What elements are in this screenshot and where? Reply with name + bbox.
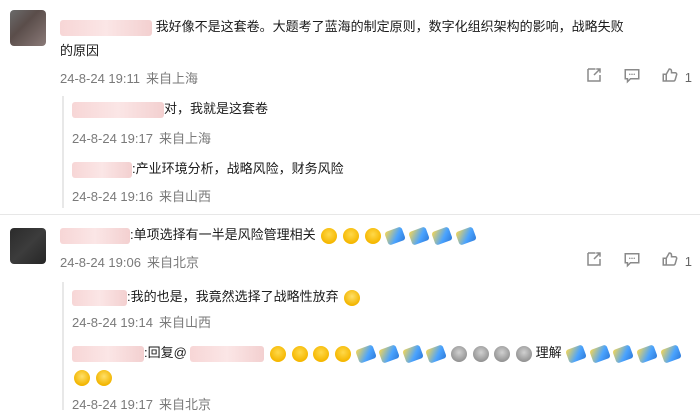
- crying-emoji-icon: [321, 227, 338, 244]
- comment-button[interactable]: [623, 250, 641, 273]
- comment-meta: 24-8-24 19:06 来自北京: [60, 252, 199, 271]
- avatar[interactable]: [10, 228, 46, 264]
- crying-emoji-icon: [342, 227, 359, 244]
- reply-text: :产业环境分析，战略风险，财务风险: [72, 158, 344, 180]
- rocket-emoji-icon: [401, 343, 424, 364]
- reply-text: :回复@ 理解: [72, 342, 682, 364]
- reply-meta: 24-8-24 19:16 来自山西: [72, 186, 211, 205]
- username-blur[interactable]: [60, 19, 152, 36]
- username-blur[interactable]: [72, 345, 144, 362]
- reply-meta: 24-8-24 19:17 来自上海: [72, 128, 211, 147]
- location: 来自上海: [146, 71, 199, 86]
- thumbs-up-icon: [661, 250, 679, 273]
- rocket-emoji-icon: [659, 343, 682, 364]
- skull-emoji-icon: [494, 345, 511, 362]
- rocket-emoji-icon: [425, 343, 448, 364]
- timestamp: 24-8-24 19:11: [60, 71, 140, 86]
- rocket-emoji-icon: [378, 343, 401, 364]
- location: 来自山西: [158, 189, 211, 204]
- rocket-emoji-icon: [384, 225, 406, 246]
- share-button[interactable]: [585, 66, 603, 89]
- reply-prefix: :回复@: [144, 345, 187, 360]
- like-count: 1: [684, 254, 692, 269]
- timestamp: 24-8-24 19:17: [72, 397, 153, 412]
- share-button[interactable]: [585, 250, 603, 273]
- like-count: 1: [684, 70, 692, 85]
- comment-body: :单项选择有一半是风险管理相关: [130, 227, 316, 242]
- reply-meta: 24-8-24 19:17 来自北京: [72, 394, 211, 413]
- rocket-emoji-icon: [565, 343, 588, 364]
- comment-text-cont: 的原因: [60, 40, 99, 62]
- reply-body: 理解: [535, 345, 562, 360]
- username-blur[interactable]: [60, 227, 130, 244]
- crying-emoji-icon: [291, 345, 308, 362]
- timestamp: 24-8-24 19:16: [72, 189, 153, 204]
- rocket-emoji-icon: [455, 225, 477, 246]
- timestamp: 24-8-24 19:17: [72, 131, 153, 146]
- crying-emoji-icon: [334, 345, 351, 362]
- rocket-emoji-icon: [407, 225, 430, 246]
- timestamp: 24-8-24 19:06: [60, 255, 141, 270]
- crying-emoji-icon: [270, 345, 287, 362]
- comment-button[interactable]: [623, 66, 641, 89]
- share-icon: [585, 66, 603, 89]
- comment-text: :单项选择有一半是风险管理相关: [60, 224, 477, 246]
- comment-icon: [623, 250, 641, 273]
- like-button[interactable]: 1: [661, 250, 692, 273]
- comment-meta: 24-8-24 19:11 来自上海: [60, 68, 198, 87]
- rocket-emoji-icon: [431, 225, 454, 246]
- skull-emoji-icon: [515, 345, 532, 362]
- username-blur[interactable]: [72, 161, 132, 178]
- like-button[interactable]: 1: [661, 66, 692, 89]
- reply-meta: 24-8-24 19:14 来自山西: [72, 312, 211, 331]
- comment-text: 我好像不是这套卷。大题考了蓝海的制定原则，数字化组织架构的影响，战略失败: [60, 16, 624, 38]
- comment-body-cont: 的原因: [60, 43, 100, 58]
- reply-body: :产业环境分析，战略风险，财务风险: [132, 161, 344, 176]
- laughing-emoji-icon: [344, 289, 361, 306]
- crying-emoji-icon: [313, 345, 330, 362]
- reply-thread-line: [62, 282, 64, 410]
- rocket-emoji-icon: [612, 343, 635, 364]
- skull-emoji-icon: [451, 345, 468, 362]
- rocket-emoji-icon: [354, 343, 377, 364]
- timestamp: 24-8-24 19:14: [72, 315, 153, 330]
- reply-body: 对，我就是这套卷: [164, 101, 269, 116]
- reply-text-cont: [72, 366, 112, 388]
- share-icon: [585, 250, 603, 273]
- reply-thread-line: [62, 96, 64, 208]
- rocket-emoji-icon: [636, 343, 658, 364]
- reply-text: 对，我就是这套卷: [72, 98, 268, 120]
- comment-body: 我好像不是这套卷。大题考了蓝海的制定原则，数字化组织架构的影响，战略失败: [155, 19, 624, 34]
- location: 来自山西: [158, 315, 211, 330]
- comment-divider: [0, 214, 700, 215]
- reply-text: :我的也是，我竟然选择了战略性放弃: [72, 286, 361, 308]
- location: 来自北京: [158, 397, 211, 412]
- laughing-emoji-icon: [74, 369, 90, 386]
- skull-emoji-icon: [472, 345, 489, 362]
- comment-icon: [623, 66, 641, 89]
- comment-actions: 1: [585, 66, 692, 89]
- thumbs-up-icon: [661, 66, 679, 89]
- avatar[interactable]: [10, 10, 46, 46]
- location: 来自上海: [158, 131, 211, 146]
- rocket-emoji-icon: [588, 343, 611, 364]
- reply-body: :我的也是，我竟然选择了战略性放弃: [127, 289, 339, 304]
- username-blur[interactable]: [72, 101, 164, 118]
- laughing-emoji-icon: [95, 369, 112, 386]
- location: 来自北京: [146, 255, 199, 270]
- comment-actions: 1: [585, 250, 692, 273]
- mentioned-username-blur[interactable]: [190, 345, 265, 362]
- crying-emoji-icon: [364, 227, 381, 244]
- username-blur[interactable]: [72, 289, 127, 306]
